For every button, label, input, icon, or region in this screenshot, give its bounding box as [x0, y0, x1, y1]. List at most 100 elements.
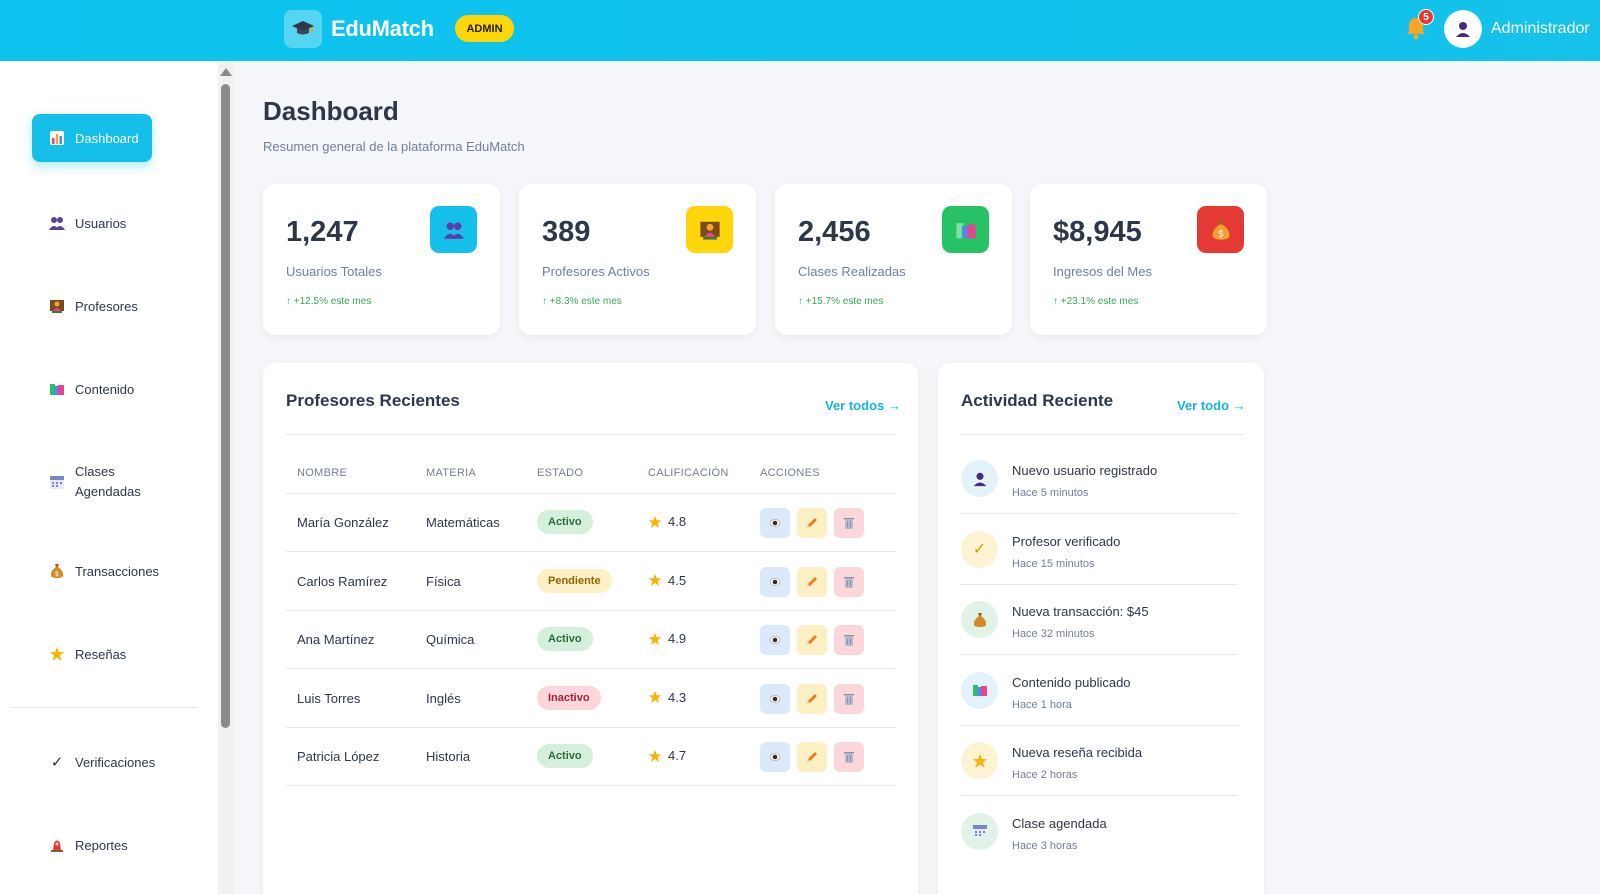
scrollbar-thumb[interactable]	[221, 84, 230, 728]
alert-icon	[48, 836, 66, 854]
teacher-icon	[686, 206, 733, 253]
stat-trend: ↑ +12.5% este mes	[286, 296, 372, 307]
chart-icon	[48, 129, 66, 147]
sidebar-item-label: Profesores	[75, 298, 138, 314]
edit-button[interactable]	[797, 508, 827, 538]
brand-name[interactable]: EduMatch	[331, 16, 434, 42]
edit-button[interactable]	[797, 566, 827, 597]
divider	[961, 434, 1244, 435]
sidebar-item-contenido[interactable]: Contenido	[32, 365, 152, 413]
teacher-icon	[48, 297, 66, 315]
edit-button[interactable]	[797, 683, 827, 714]
teacher-rating: 4.3	[648, 690, 686, 705]
sidebar-item-label: Transacciones	[75, 563, 160, 579]
stat-value: $8,945	[1053, 216, 1142, 248]
edit-button[interactable]	[797, 625, 827, 655]
trash-icon	[844, 576, 854, 588]
delete-button[interactable]	[834, 508, 864, 538]
delete-button[interactable]	[834, 742, 864, 772]
check-icon: ✓	[961, 530, 998, 568]
users-icon	[48, 214, 66, 232]
table-row[interactable]: Luis Torres Inglés Inactivo 4.3	[286, 670, 895, 728]
activity-item[interactable]: Nuevo usuario registrado Hace 5 minutos	[961, 444, 1238, 514]
teacher-subject: Historia	[426, 749, 471, 764]
column-header[interactable]: MATERIA	[426, 467, 476, 479]
sidebar-item-dashboard[interactable]: Dashboard	[32, 114, 152, 162]
rating-value: 4.3	[668, 689, 687, 705]
column-header[interactable]: NOMBRE	[297, 467, 347, 479]
pencil-icon	[807, 635, 817, 645]
stat-label: Profesores Activos	[542, 264, 650, 279]
view-button[interactable]	[760, 508, 790, 538]
view-button[interactable]	[760, 625, 790, 655]
stat-card-ingresos: $8,945 Ingresos del Mes ↑ +23.1% este me…	[1030, 184, 1267, 335]
view-all-teachers-link[interactable]: Ver todos →	[825, 398, 901, 413]
view-button[interactable]	[760, 683, 790, 714]
activity-title: Nuevo usuario registrado	[1012, 463, 1158, 478]
avatar[interactable]	[1444, 10, 1482, 48]
rating-value: 4.7	[668, 748, 687, 763]
column-header[interactable]: ESTADO	[537, 467, 583, 479]
table-row[interactable]: María González Matemáticas Activo 4.8	[286, 494, 895, 552]
sidebar-item-usuarios[interactable]: Usuarios	[32, 199, 152, 247]
money-bag-icon: $	[48, 562, 66, 580]
activity-item[interactable]: ✓ Profesor verificado Hace 15 minutos	[961, 515, 1238, 585]
delete-button[interactable]	[834, 683, 864, 714]
calendar-icon	[961, 812, 998, 850]
delete-button[interactable]	[834, 625, 864, 655]
star-icon	[961, 742, 998, 779]
activity-item[interactable]: Nueva reseña recibida Hace 2 horas	[961, 726, 1238, 796]
user-name[interactable]: Administrador	[1491, 20, 1590, 38]
activity-title: Nueva transacción: $45	[1012, 604, 1149, 619]
sidebar-item-verificaciones[interactable]: ✓ Verificaciones	[32, 738, 156, 786]
eye-icon	[769, 694, 781, 703]
teacher-subject: Física	[426, 573, 461, 589]
view-all-activity-link[interactable]: Ver todo →	[1177, 398, 1246, 413]
admin-badge: ADMIN	[455, 15, 514, 42]
edit-button[interactable]	[797, 742, 827, 772]
user-icon	[961, 460, 998, 497]
recent-activity-panel: Actividad Reciente Ver todo → Nuevo usua…	[938, 363, 1264, 894]
activity-title: Clase agendada	[1012, 815, 1107, 831]
activity-time: Hace 2 horas	[1012, 769, 1078, 781]
sidebar-item-transacciones[interactable]: $ Transacciones	[32, 547, 159, 595]
sidebar-item-label: Reseñas	[75, 646, 127, 662]
activity-title: Profesor verificado	[1012, 533, 1121, 549]
panel-title: Actividad Reciente	[961, 391, 1114, 410]
column-header[interactable]: CALIFICACIÓN	[648, 467, 729, 479]
view-button[interactable]	[760, 566, 790, 597]
teacher-rating: 4.5	[648, 573, 686, 588]
pencil-icon	[807, 693, 817, 704]
stat-trend: ↑ +15.7% este mes	[798, 296, 884, 307]
delete-button[interactable]	[834, 566, 864, 597]
stat-trend: ↑ +23.1% este mes	[1053, 296, 1139, 307]
table-row[interactable]: Ana Martínez Química Activo 4.9	[286, 611, 895, 669]
scroll-up-arrow-icon[interactable]	[220, 68, 232, 76]
sidebar-item-clases-agendadas[interactable]: Clases Agendadas	[32, 456, 152, 508]
table-row[interactable]: Patricia López Historia Activo 4.7	[286, 728, 895, 786]
check-icon: ✓	[50, 754, 64, 771]
sidebar-item-resenas[interactable]: Reseñas	[32, 630, 152, 678]
activity-item[interactable]: Nueva transacción: $45 Hace 32 minutos	[961, 585, 1238, 655]
svg-text:$: $	[1217, 228, 1223, 239]
sidebar-item-reportes[interactable]: Reportes	[32, 821, 152, 869]
graduation-cap-icon[interactable]	[284, 10, 322, 48]
activity-title: Nueva reseña recibida	[1012, 745, 1143, 760]
sidebar-item-profesores[interactable]: Profesores	[32, 282, 152, 330]
divider	[286, 434, 895, 435]
sidebar-item-label: Verificaciones	[75, 754, 156, 770]
stat-card-clases: 2,456 Clases Realizadas ↑ +15.7% este me…	[775, 184, 1012, 335]
notification-count-badge: 5	[1418, 9, 1434, 25]
activity-time: Hace 15 minutos	[1012, 557, 1095, 570]
stat-trend: ↑ +8.3% este mes	[542, 296, 622, 307]
sidebar-divider	[12, 707, 198, 708]
activity-time: Hace 5 minutos	[1012, 487, 1089, 499]
activity-item[interactable]: Contenido publicado Hace 1 hora	[961, 656, 1238, 726]
status-badge: Activo	[537, 744, 593, 768]
eye-icon	[769, 753, 781, 761]
activity-title: Contenido publicado	[1012, 674, 1131, 690]
table-row[interactable]: Carlos Ramírez Física Pendiente 4.5	[286, 553, 895, 611]
panel-title: Profesores Recientes	[286, 391, 460, 410]
activity-item[interactable]: Clase agendada Hace 3 horas	[961, 797, 1238, 867]
view-button[interactable]	[760, 742, 790, 772]
